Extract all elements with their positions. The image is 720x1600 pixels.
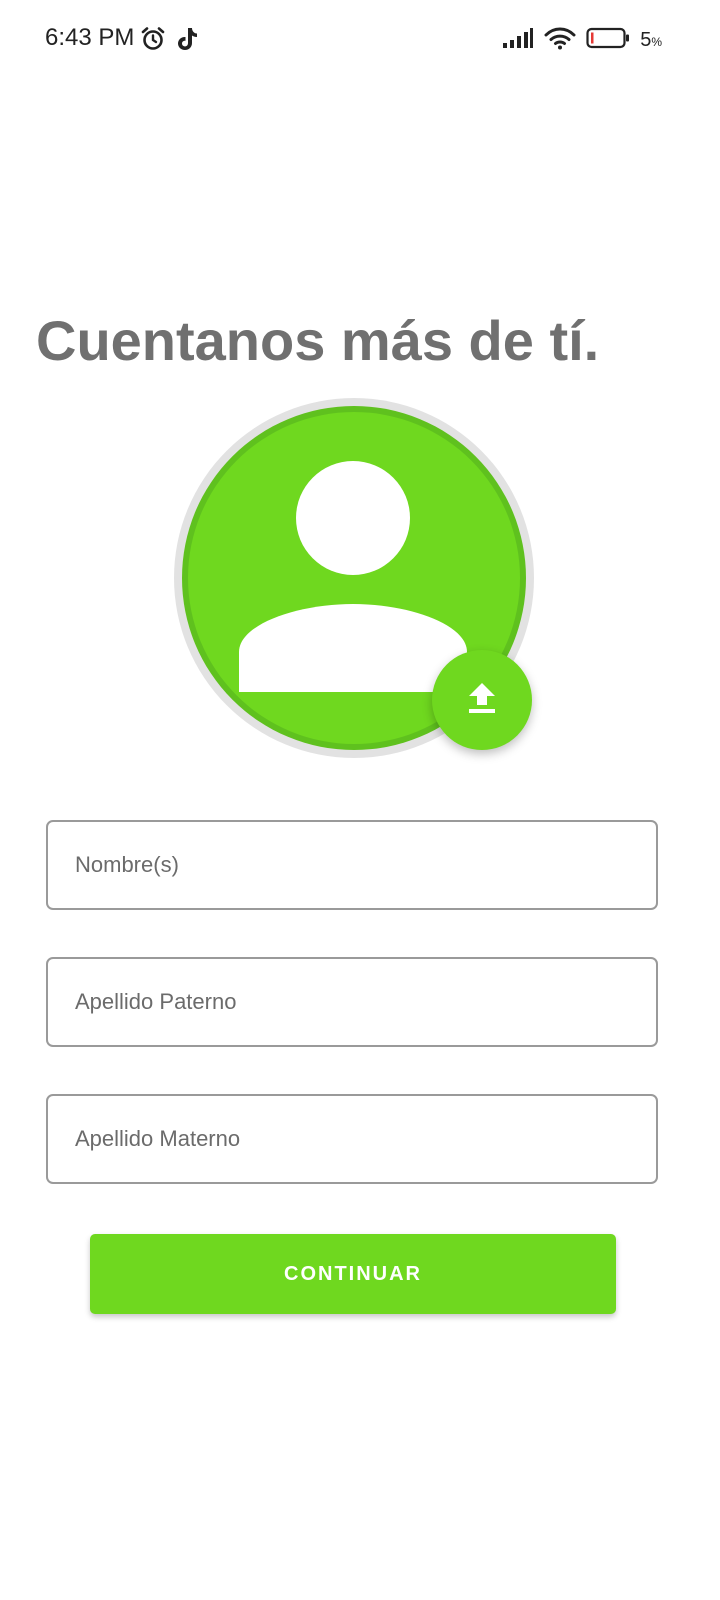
battery-percent: 5% [640, 29, 662, 51]
continue-button[interactable]: CONTINUAR [90, 1234, 616, 1314]
status-time: 6:43 PM [45, 24, 135, 51]
upload-icon [467, 681, 497, 720]
maternal-last-name-field[interactable] [46, 1094, 658, 1184]
battery-icon [586, 27, 630, 54]
first-name-input[interactable] [48, 822, 656, 908]
page-title: Cuentanos más de tí. [36, 309, 600, 372]
first-name-field[interactable] [46, 820, 658, 910]
tiktok-icon [174, 26, 200, 57]
paternal-last-name-input[interactable] [48, 959, 656, 1045]
wifi-icon [544, 26, 576, 55]
battery-percent-unit: % [651, 35, 662, 49]
status-right-icons: 5% [502, 26, 662, 55]
alarm-icon [140, 26, 166, 57]
status-bar: 6:43 PM 5% [0, 0, 720, 80]
upload-photo-button[interactable] [432, 650, 532, 750]
status-left-icons [140, 26, 200, 57]
paternal-last-name-field[interactable] [46, 957, 658, 1047]
maternal-last-name-input[interactable] [48, 1096, 656, 1182]
signal-icon [502, 27, 534, 54]
